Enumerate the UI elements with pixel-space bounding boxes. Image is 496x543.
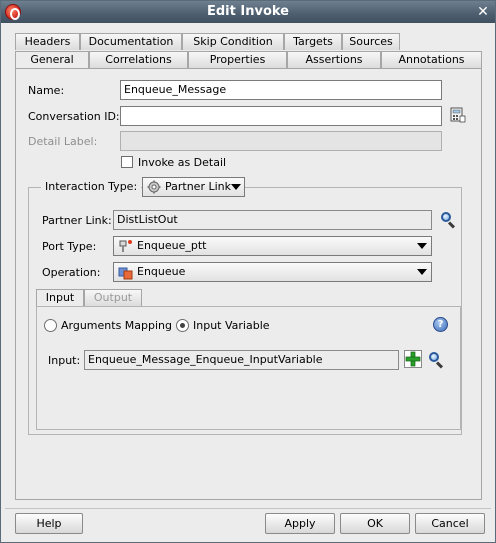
tab-output[interactable]: Output <box>84 289 142 306</box>
footer-divider <box>5 508 491 509</box>
input-variable-field[interactable]: Enqueue_Message_Enqueue_InputVariable <box>84 350 399 370</box>
port-type-label: Port Type: <box>42 240 97 253</box>
apply-button[interactable]: Apply <box>265 513 335 534</box>
name-label: Name: <box>28 84 65 97</box>
add-plus-icon[interactable] <box>404 350 422 368</box>
gear-icon <box>147 180 161 194</box>
port-type-icon <box>118 239 133 254</box>
close-icon[interactable]: ✕ <box>475 4 491 20</box>
tab-row-top: Headers Documentation Skip Condition Tar… <box>15 33 400 50</box>
operation-dropdown[interactable]: Enqueue <box>113 262 432 282</box>
invoke-as-detail-label: Invoke as Detail <box>138 156 227 169</box>
port-type-dropdown[interactable]: Enqueue_ptt <box>113 236 432 256</box>
name-field[interactable]: Enqueue_Message <box>120 80 442 100</box>
detail-label-field[interactable] <box>120 131 442 151</box>
conversation-id-label: Conversation ID: <box>28 110 120 123</box>
tab-correlations[interactable]: Correlations <box>89 51 188 68</box>
dialog-title: Edit Invoke <box>207 4 289 19</box>
conversation-id-field[interactable] <box>120 106 442 126</box>
tab-row-bottom: General Correlations Properties Assertio… <box>15 51 482 68</box>
interaction-type-label: Interaction Type: <box>41 180 142 193</box>
arguments-mapping-label: Arguments Mapping <box>61 319 173 332</box>
calculator-icon[interactable] <box>450 107 466 123</box>
tab-assertions[interactable]: Assertions <box>287 51 381 68</box>
tab-targets[interactable]: Targets <box>284 33 342 50</box>
cancel-button[interactable]: Cancel <box>415 513 485 534</box>
input-label: Input: <box>48 354 81 367</box>
tab-documentation[interactable]: Documentation <box>80 33 182 50</box>
io-tab-row: Input Output <box>36 289 142 306</box>
operation-label: Operation: <box>42 266 101 279</box>
edit-invoke-dialog: Edit Invoke ✕ Headers Documentation Skip… <box>0 0 496 543</box>
tab-input[interactable]: Input <box>36 289 84 306</box>
interaction-type-dropdown[interactable]: Partner Link <box>142 177 245 197</box>
tab-general[interactable]: General <box>15 51 89 68</box>
tab-sources[interactable]: Sources <box>342 33 400 50</box>
tab-annotations[interactable]: Annotations <box>381 51 482 68</box>
partner-link-search-icon[interactable] <box>440 211 456 229</box>
invoke-as-detail-checkbox[interactable] <box>121 156 133 168</box>
partner-link-field[interactable]: DistListOut <box>113 210 432 230</box>
partner-link-label: Partner Link: <box>42 214 112 227</box>
input-variable-search-icon[interactable] <box>428 351 444 369</box>
ok-button[interactable]: OK <box>340 513 410 534</box>
interaction-type-value: Partner Link <box>165 180 231 193</box>
operation-value: Enqueue <box>137 265 186 278</box>
arguments-mapping-radio[interactable] <box>44 319 57 332</box>
help-button[interactable]: Help <box>15 513 83 534</box>
port-type-value: Enqueue_ptt <box>137 239 207 252</box>
operation-icon <box>118 266 133 280</box>
input-variable-label: Input Variable <box>193 319 270 332</box>
detail-label-label: Detail Label: <box>28 135 98 148</box>
tab-properties[interactable]: Properties <box>188 51 287 68</box>
tab-headers[interactable]: Headers <box>15 33 80 50</box>
title-bar[interactable]: Edit Invoke ✕ <box>1 1 495 23</box>
input-variable-radio[interactable] <box>176 319 189 332</box>
help-question-icon[interactable]: ? <box>433 317 448 332</box>
tab-skip-condition[interactable]: Skip Condition <box>182 33 284 50</box>
